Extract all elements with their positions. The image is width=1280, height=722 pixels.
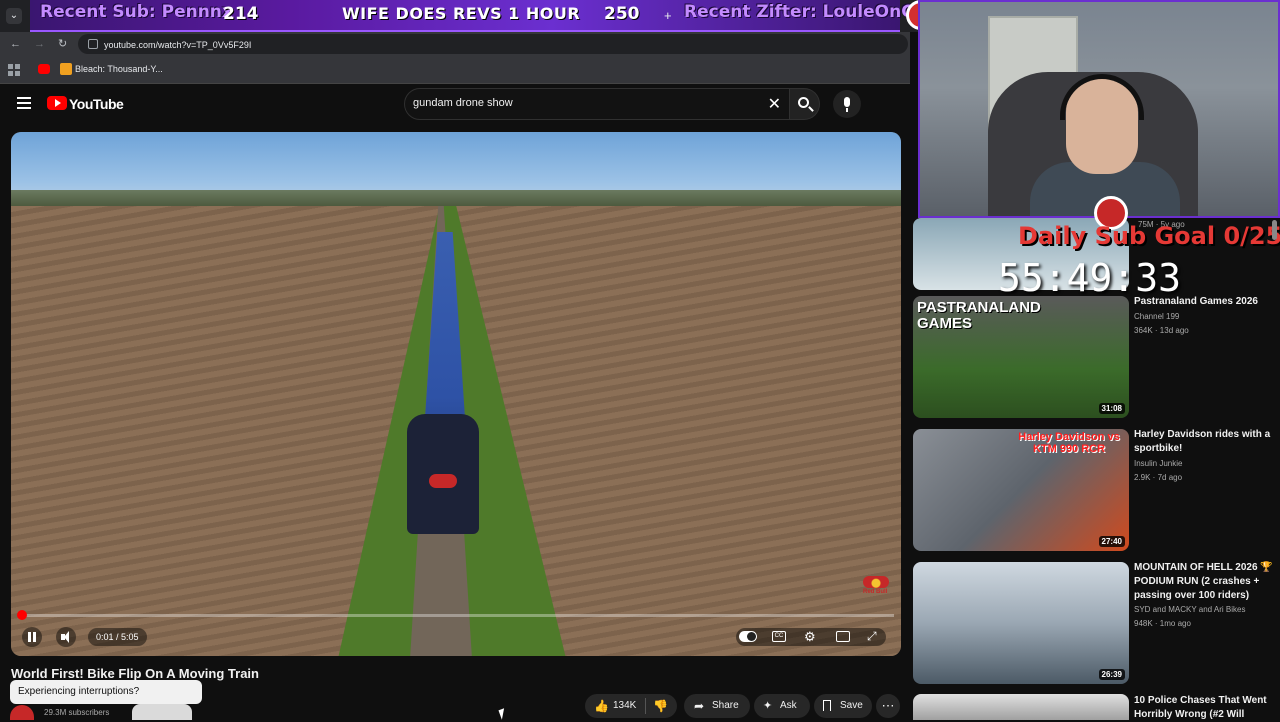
related-thumbnail[interactable] xyxy=(913,694,1129,720)
youtube-logo-icon[interactable] xyxy=(47,96,67,110)
mouse-cursor-icon xyxy=(498,708,508,720)
video-duration: 26:39 xyxy=(1098,669,1125,680)
daily-sub-goal: Daily Sub Goal 0/25 xyxy=(1018,222,1280,250)
related-title[interactable]: Pastranaland Games 2026 xyxy=(1134,295,1274,309)
related-title[interactable]: 10 Police Chases That Went Horribly Wron… xyxy=(1134,694,1274,722)
settings-gear-icon[interactable]: ⚙ xyxy=(804,629,816,645)
menu-icon[interactable] xyxy=(17,97,31,109)
stream-timer: 55:49:33 xyxy=(998,256,1182,300)
youtube-bookmark-icon[interactable] xyxy=(38,64,50,74)
autoplay-toggle[interactable] xyxy=(739,631,757,642)
pause-button[interactable] xyxy=(22,627,42,647)
related-meta: 948K · 1mo ago xyxy=(1134,619,1191,628)
streamer-webcam xyxy=(918,0,1280,218)
subscribe-button[interactable] xyxy=(132,704,192,720)
like-dislike-group: 👍 134K 👎 xyxy=(585,694,677,718)
clear-search-icon[interactable]: ✕ xyxy=(768,94,781,114)
new-tab-icon[interactable]: + xyxy=(664,8,672,23)
dislike-icon[interactable]: 👎 xyxy=(653,694,668,718)
related-thumbnail[interactable]: PASTRANALAND GAMES 31:08 xyxy=(913,296,1129,418)
search-icon xyxy=(798,97,809,108)
bookmark-bleach[interactable]: Bleach: Thousand-Y... xyxy=(75,64,163,74)
related-meta: 2.9K · 7d ago xyxy=(1134,473,1183,482)
recent-sub-text: Recent Sub: Pennnx xyxy=(40,2,233,22)
related-thumbnail[interactable]: Harley Davidson vs KTM 990 RCR 27:40 xyxy=(913,429,1129,551)
sparkle-icon: ✦ xyxy=(763,700,773,712)
redbull-watermark: Red Bull xyxy=(863,576,891,596)
related-channel[interactable]: Insulin Junkie xyxy=(1134,459,1182,468)
tab-list-button[interactable]: ⌄ xyxy=(6,8,22,24)
video-duration: 31:08 xyxy=(1098,403,1125,414)
video-duration: 27:40 xyxy=(1098,536,1125,547)
time-display: 0:01 / 5:05 xyxy=(88,628,147,646)
related-thumbnail[interactable]: 26:39 xyxy=(913,562,1129,684)
counter-left: 214 xyxy=(223,4,259,24)
related-meta: 364K · 13d ago xyxy=(1134,326,1189,335)
recent-tipper-text: Recent Zifter: LouleOnGas xyxy=(684,2,937,22)
related-title[interactable]: MOUNTAIN OF HELL 2026 🏆 PODIUM RUN (2 cr… xyxy=(1134,561,1274,603)
search-input[interactable]: gundam drone show ✕ xyxy=(404,88,790,120)
interruptions-toast[interactable]: Experiencing interruptions? xyxy=(10,680,202,704)
like-count[interactable]: 134K xyxy=(613,694,636,718)
redbull-logo-on-train xyxy=(429,474,457,488)
reload-icon[interactable]: ↻ xyxy=(58,37,67,50)
theater-mode-icon[interactable] xyxy=(836,631,850,642)
channel-avatar[interactable] xyxy=(10,705,34,720)
stream-overlay-banner: Recent Sub: Pennnx 214 WIFE DOES REVS 1 … xyxy=(30,0,937,32)
related-channel[interactable]: Channel 199 xyxy=(1134,312,1179,321)
sidebar-scrollbar[interactable] xyxy=(1272,220,1277,240)
save-button[interactable]: Save xyxy=(814,694,872,718)
captions-icon[interactable]: CC xyxy=(772,631,786,642)
ask-button[interactable]: ✦ Ask xyxy=(754,694,810,718)
bookmark-icon xyxy=(823,700,831,711)
like-icon[interactable]: 👍 xyxy=(594,694,609,718)
voice-search-button[interactable] xyxy=(833,90,861,118)
url-text[interactable]: youtube.com/watch?v=TP_0Vv5F29I xyxy=(86,36,466,54)
counter-right: 250 xyxy=(604,4,640,24)
video-player[interactable]: Red Bull xyxy=(11,132,901,656)
search-value: gundam drone show xyxy=(413,97,513,109)
back-icon[interactable]: ← xyxy=(10,38,21,50)
microphone-icon xyxy=(844,97,850,107)
fullscreen-icon[interactable]: ⤢ xyxy=(867,629,877,644)
forward-icon[interactable]: → xyxy=(34,38,45,50)
related-channel[interactable]: SYD and MACKY and Ari Bikes xyxy=(1134,605,1245,614)
progress-bar[interactable] xyxy=(22,614,894,617)
related-title[interactable]: Harley Davidson rides with a sportbike! xyxy=(1134,428,1274,456)
share-icon: ➦ xyxy=(694,699,705,713)
goal-text: WIFE DOES REVS 1 HOUR xyxy=(342,4,581,23)
progress-scrubber[interactable] xyxy=(17,610,27,620)
share-button[interactable]: ➦ Share xyxy=(684,694,750,718)
volume-button[interactable] xyxy=(56,627,76,647)
more-actions-button[interactable]: ⋯ xyxy=(876,694,900,718)
apps-grid-icon[interactable] xyxy=(8,64,20,76)
bookmark-favicon xyxy=(60,63,72,75)
youtube-logo-text[interactable]: YouTube xyxy=(69,96,124,112)
subscriber-count: 29.3M subscribers xyxy=(44,708,110,717)
video-treeline xyxy=(11,190,901,206)
